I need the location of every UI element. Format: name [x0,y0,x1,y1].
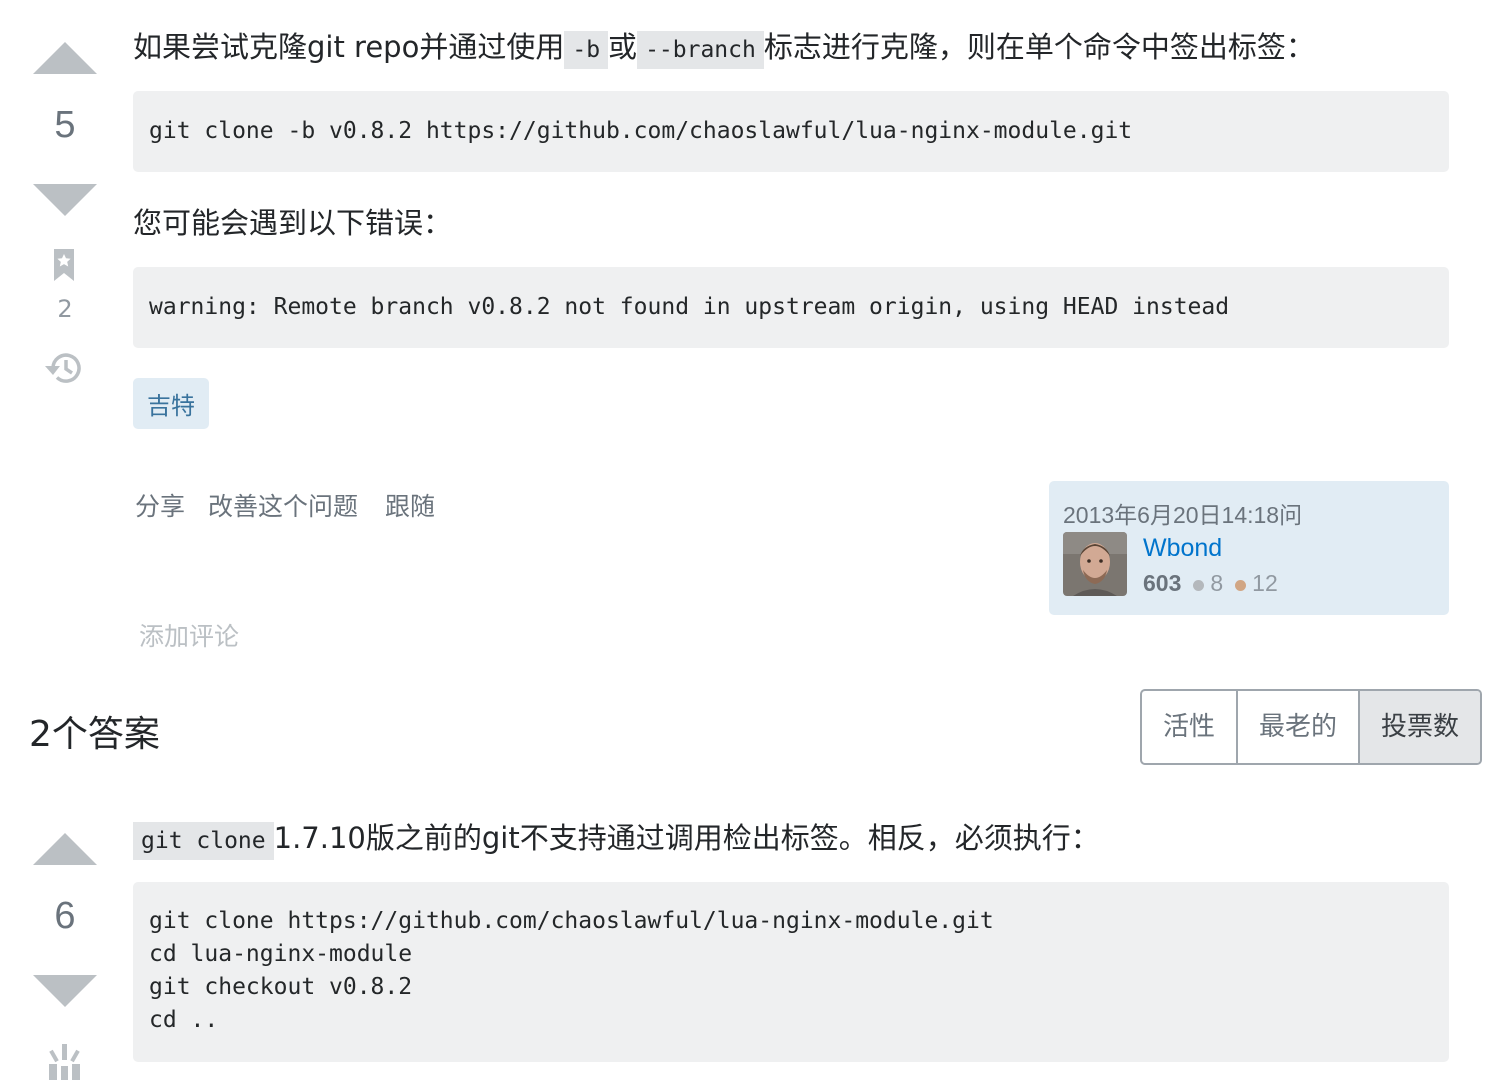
bookmark-icon[interactable] [52,248,76,286]
inline-code: git clone [133,822,274,860]
silver-badge-count: 8 [1210,570,1224,596]
downvote-arrow-icon[interactable] [33,184,97,216]
error-code-block: warning: Remote branch v0.8.2 not found … [133,267,1449,348]
share-link[interactable]: 分享 [135,487,185,523]
inline-code: -b [564,31,609,69]
user-stats: 603 8 12 [1143,570,1278,597]
sort-votes-button[interactable]: 投票数 [1360,691,1481,763]
answer-upvote-arrow-icon[interactable] [33,833,97,865]
bookmark-count: 2 [57,295,73,323]
answer-history-icon[interactable] [46,1044,84,1086]
improve-question-link[interactable]: 改善这个问题 [208,487,358,523]
sort-active-button[interactable]: 活性 [1142,691,1239,763]
answer-code-block: git clone https://github.com/chaoslawful… [133,882,1449,1062]
question-text: 如果尝试克隆git repo并通过使用 [133,30,565,64]
question-text: 或 [608,30,638,64]
tag-git[interactable]: 吉特 [133,378,209,429]
follow-link[interactable]: 跟随 [385,487,435,523]
bronze-badge-icon [1235,579,1247,591]
answers-count-header: 2个答案 [29,714,160,755]
answer-score: 6 [54,895,76,937]
bronze-badge-count: 12 [1252,570,1278,596]
add-comment-link[interactable]: 添加评论 [139,617,239,653]
sort-oldest-button[interactable]: 最老的 [1238,691,1361,763]
history-icon[interactable] [44,349,84,391]
question-owner-card: 2013年6月20日14:18问 Wbond 603 8 12 [1049,481,1449,615]
upvote-arrow-icon[interactable] [33,42,97,74]
inline-code: --branch [637,31,764,69]
answer-sort-tabs: 活性 最老的 投票数 [1140,689,1483,765]
question-text: 标志进行克隆，则在单个命令中签出标签： [763,30,1315,64]
answer-intro: git clone 1.7.10版之前的git不支持通过调用检出标签。相反，必须执… [133,815,1100,860]
answer-downvote-arrow-icon[interactable] [33,975,97,1007]
reputation-score: 603 [1143,570,1182,596]
avatar[interactable] [1063,532,1127,596]
answer-text: 1.7.10版之前的git不支持通过调用检出标签。相反，必须执行： [273,821,1100,855]
code-block: git clone -b v0.8.2 https://github.com/c… [133,91,1449,172]
user-name-link[interactable]: Wbond [1143,534,1222,563]
asked-timestamp: 2013年6月20日14:18问 [1063,502,1303,528]
question-score: 5 [54,104,76,146]
question-intro: 如果尝试克隆git repo并通过使用 -b 或 --branch 标志进行克隆，则在单… [133,24,1315,69]
error-intro: 您可能会遇到以下错误： [133,206,453,240]
silver-badge-icon [1193,579,1205,591]
